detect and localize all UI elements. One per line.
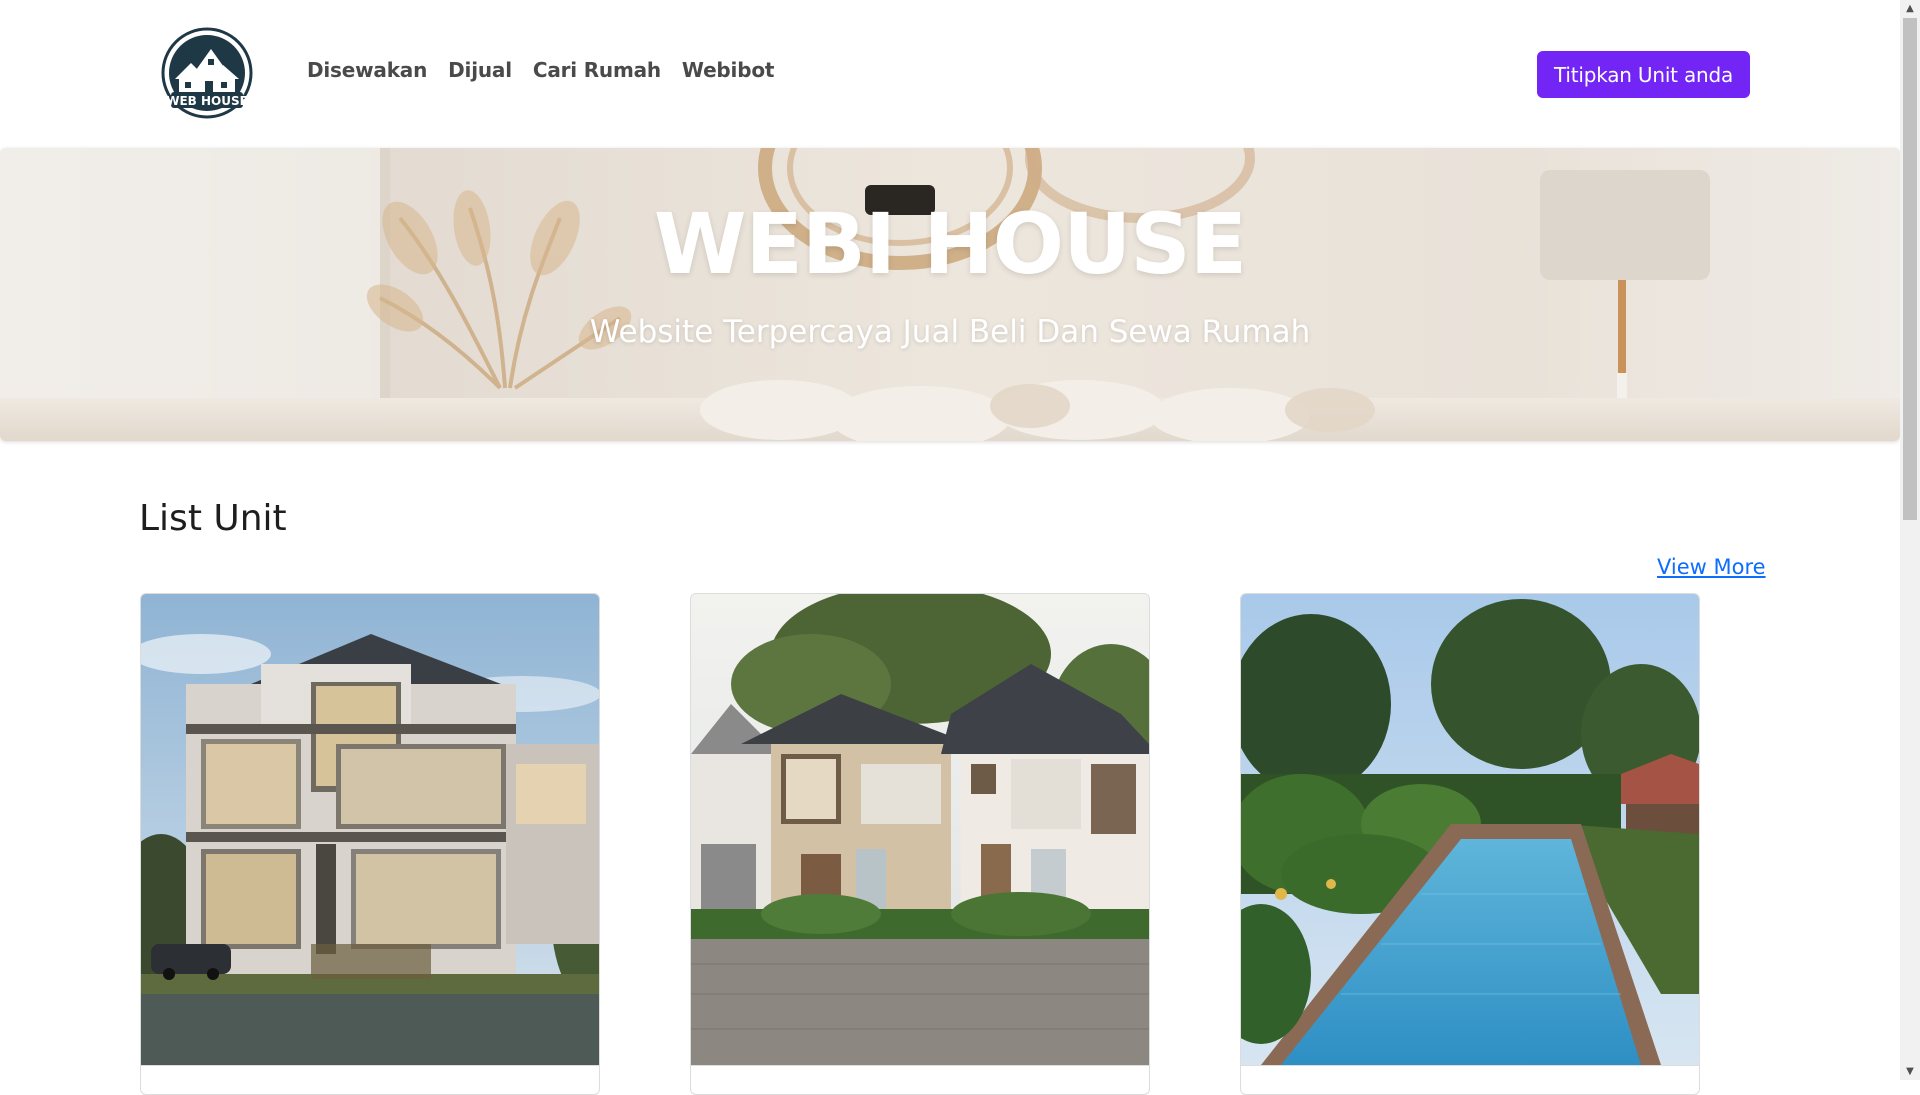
nav-dijual[interactable]: Dijual [448, 58, 512, 82]
scroll-up-arrow-icon[interactable]: ▲ [1900, 0, 1920, 17]
titipkan-unit-button[interactable]: Titipkan Unit anda [1537, 51, 1750, 98]
unit-image [141, 594, 599, 1066]
logo-emblem-icon: WEB HOUSE [161, 27, 253, 119]
nav-disewakan[interactable]: Disewakan [307, 58, 427, 82]
svg-text:WEB HOUSE: WEB HOUSE [166, 94, 248, 108]
nav-webibot[interactable]: Webibot [682, 58, 775, 82]
hero-title: WEBI HOUSE [653, 195, 1247, 293]
list-unit-title: List Unit [139, 498, 287, 539]
unit-card[interactable] [140, 593, 600, 1095]
site-header: WEB HOUSE Disewakan Dijual Cari Rumah We… [0, 0, 1900, 148]
hero-background-image [0, 148, 1900, 441]
web-house-logo[interactable]: WEB HOUSE [161, 27, 253, 119]
hero-subtitle: Website Terpercaya Jual Beli Dan Sewa Ru… [589, 314, 1311, 350]
scrollbar-thumb[interactable] [1903, 18, 1917, 520]
unit-card[interactable] [690, 593, 1150, 1095]
hero-banner: WEBI HOUSE Website Terpercaya Jual Beli … [0, 148, 1900, 441]
page-scrollbar[interactable]: ▲ ▼ [1900, 0, 1920, 1080]
unit-image [691, 594, 1149, 1066]
unit-image [1241, 594, 1699, 1066]
unit-card[interactable] [1240, 593, 1700, 1095]
main-nav: Disewakan Dijual Cari Rumah Webibot [307, 58, 774, 82]
view-more-link[interactable]: View More [1657, 555, 1766, 579]
scroll-down-arrow-icon[interactable]: ▼ [1900, 1063, 1920, 1080]
nav-cari-rumah[interactable]: Cari Rumah [533, 58, 661, 82]
